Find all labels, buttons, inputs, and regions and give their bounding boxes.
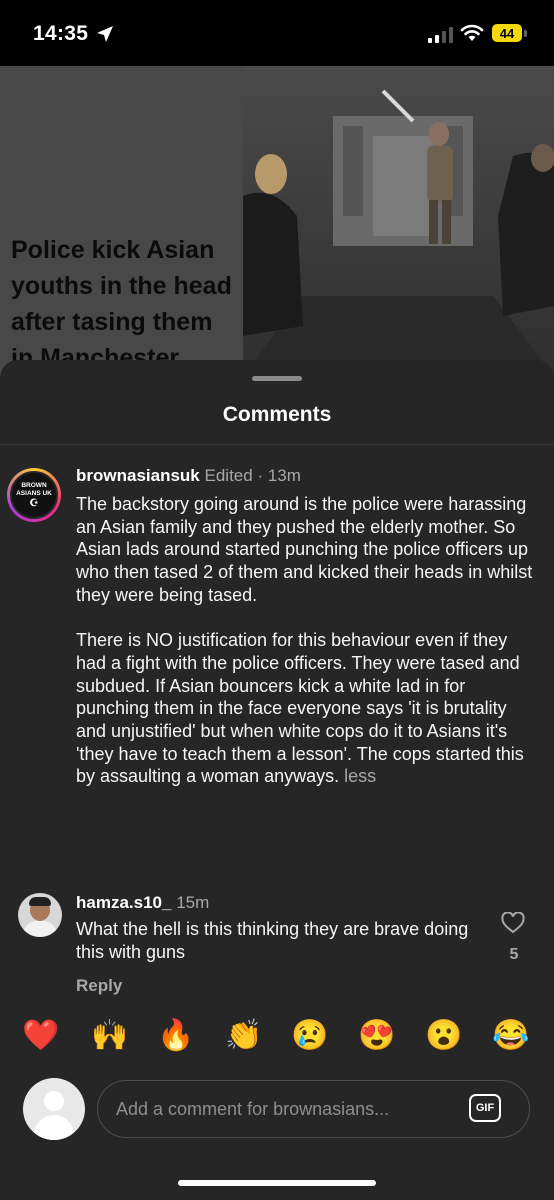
quick-reactions-bar: ❤️ 🙌 🔥 👏 😢 😍 😮 😂 <box>0 1000 554 1070</box>
comment-text: What the hell is this thinking they are … <box>76 919 469 962</box>
reaction-heart[interactable]: ❤️ <box>21 1018 61 1054</box>
avatar[interactable] <box>18 893 62 937</box>
avatar-photo-body <box>23 921 57 937</box>
sheet-title: Comments <box>222 403 332 426</box>
composer-avatar-body <box>34 1115 74 1140</box>
video-thumbnail[interactable] <box>243 66 554 376</box>
meta-separator: · <box>257 466 264 485</box>
cellular-signal-icon <box>428 27 453 43</box>
comment-timestamp: 15m <box>176 893 210 912</box>
post-text-panel: Police kick Asian youths in the head aft… <box>0 66 243 376</box>
comment-header: hamza.s10_ 15m <box>76 893 209 913</box>
like-heart-icon[interactable] <box>501 912 525 934</box>
reaction-surprised[interactable]: 😮 <box>424 1018 464 1054</box>
comment-timestamp: 13m <box>267 466 301 485</box>
less-link[interactable]: less <box>344 766 376 786</box>
wifi-icon <box>460 24 484 41</box>
avatar-photo-hair <box>29 897 51 906</box>
avatar-logo-line: ASIANS UK <box>16 489 52 497</box>
reply-button[interactable]: Reply <box>76 976 122 996</box>
avatar-logo: BROWN ASIANS UK ☪ <box>10 471 58 519</box>
comment-paragraph: The backstory going around is the police… <box>76 494 533 605</box>
post-preview: Police kick Asian youths in the head aft… <box>0 66 554 376</box>
reaction-fire[interactable]: 🔥 <box>156 1018 196 1054</box>
comments-sheet: Comments BROWN ASIANS UK ☪ brownasiansuk… <box>0 360 554 1200</box>
video-scene-image <box>243 89 554 376</box>
comment-text: The backstory going around is the police… <box>76 493 536 788</box>
reaction-crying[interactable]: 😢 <box>290 1018 330 1054</box>
sheet-grabber[interactable] <box>252 376 302 381</box>
reaction-heart-eyes[interactable]: 😍 <box>357 1018 397 1054</box>
comment-header: brownasiansuk Edited · 13m <box>76 466 301 486</box>
sheet-divider <box>0 444 554 445</box>
comment-paragraph: There is NO justification for this behav… <box>76 629 536 788</box>
crescent-icon: ☪ <box>29 497 39 509</box>
comment-input-placeholder: Add a comment for brownasians... <box>116 1099 390 1119</box>
avatar-logo-line: BROWN <box>21 481 47 489</box>
home-indicator[interactable] <box>178 1180 376 1186</box>
avatar[interactable]: BROWN ASIANS UK ☪ <box>7 468 61 522</box>
comment-input[interactable]: Add a comment for brownasians... GIF <box>97 1080 530 1138</box>
comment-username[interactable]: brownasiansuk <box>76 466 200 485</box>
post-headline: Police kick Asian youths in the head aft… <box>11 236 232 372</box>
battery-tip <box>524 30 527 37</box>
reaction-clapping[interactable]: 👏 <box>224 1018 264 1054</box>
battery-indicator: 44 <box>492 24 522 42</box>
comment-username[interactable]: hamza.s10_ <box>76 893 171 912</box>
reaction-raised-hands[interactable]: 🙌 <box>90 1018 130 1054</box>
edited-label: Edited <box>204 466 253 485</box>
like-count: 5 <box>509 946 519 963</box>
battery-level: 44 <box>499 25 515 41</box>
location-arrow-icon <box>97 26 113 42</box>
status-time: 14:35 <box>33 22 89 45</box>
gif-button[interactable]: GIF <box>469 1094 501 1122</box>
comment-paragraph-text: There is NO justification for this behav… <box>76 630 524 787</box>
reaction-laughing[interactable]: 😂 <box>491 1018 531 1054</box>
status-bar: 14:35 44 <box>0 0 554 66</box>
composer-avatar-head <box>44 1091 64 1111</box>
composer-avatar <box>23 1078 85 1140</box>
